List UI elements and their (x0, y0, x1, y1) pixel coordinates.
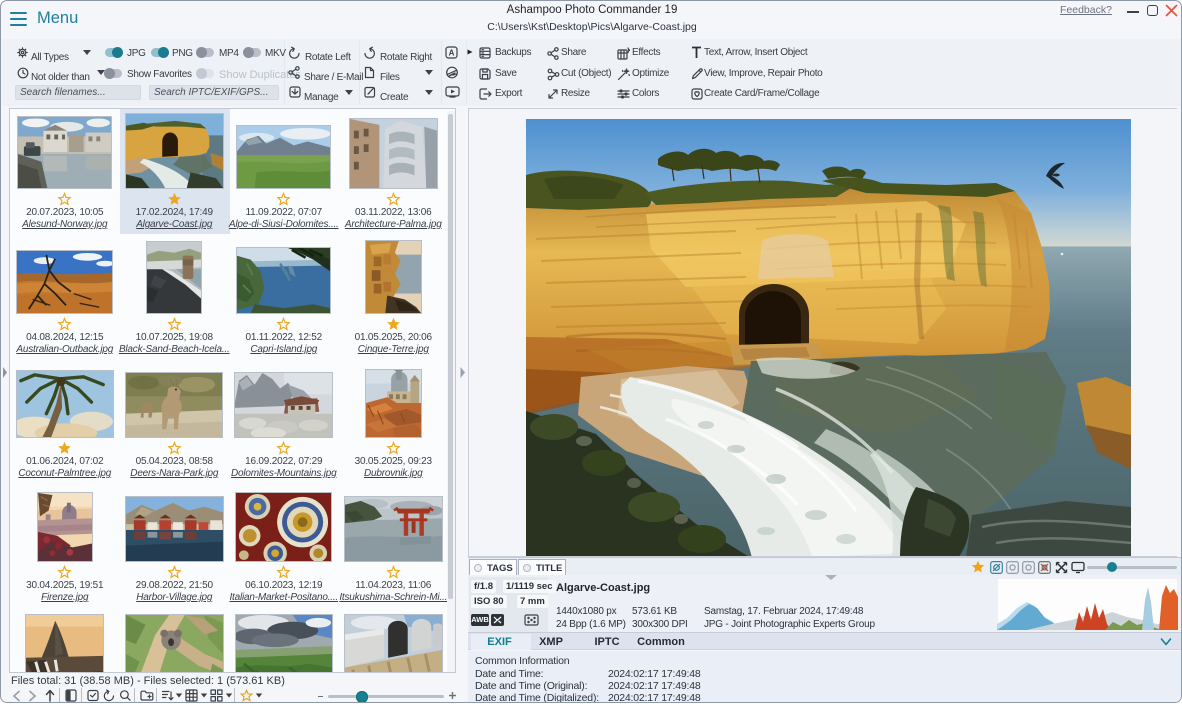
svg-text:A: A (449, 48, 455, 57)
